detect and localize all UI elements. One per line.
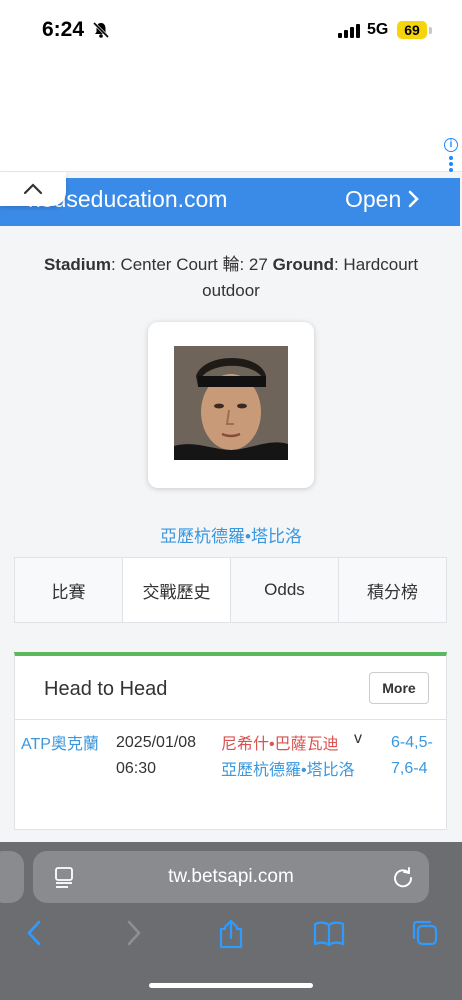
player-name-link[interactable]: 亞歷杭德羅•塔比洛 <box>0 522 462 547</box>
tab-matches[interactable]: 比賽 <box>15 558 123 622</box>
tab-head-to-head[interactable]: 交戰歷史 <box>123 558 231 622</box>
status-time: 6:24 <box>42 18 85 41</box>
head-to-head-title: Head to Head <box>44 678 168 700</box>
h2h-vs: v <box>354 730 362 747</box>
tab-standings[interactable]: 積分榜 <box>339 558 446 622</box>
chevron-up-icon <box>23 183 43 195</box>
home-indicator <box>149 983 313 988</box>
ad-collapse-button[interactable] <box>0 172 66 206</box>
ad-info-icon[interactable]: i <box>444 138 458 152</box>
share-icon[interactable] <box>217 918 245 950</box>
status-bar: 6:24 5G 69 <box>0 0 462 58</box>
h2h-player2-link[interactable]: 亞歷杭德羅•塔比洛 <box>221 756 355 780</box>
forward-icon[interactable] <box>124 918 144 948</box>
more-button[interactable]: More <box>369 672 429 704</box>
ad-open-button[interactable]: Open <box>345 186 420 213</box>
h2h-date: 2025/01/08 06:30 <box>116 734 197 777</box>
network-type: 5G <box>367 21 389 38</box>
bell-slash-icon <box>92 21 110 39</box>
battery-tip <box>429 27 432 34</box>
bookmarks-icon[interactable] <box>313 918 345 948</box>
player-card <box>148 322 314 488</box>
stadium-value: : Center Court 輪: 27 <box>111 255 273 274</box>
match-info: Stadium: Center Court 輪: 27 Ground: Hard… <box>20 252 442 304</box>
tabs-icon[interactable] <box>410 918 440 948</box>
signal-icon <box>338 24 360 38</box>
h2h-score-link[interactable]: 6-4,5-7,6-4 <box>391 730 441 782</box>
head-to-head-header: Head to Head More <box>15 656 446 720</box>
player-photo <box>174 346 288 460</box>
head-to-head-card: Head to Head More ATP奧克蘭 2025/01/08 06:3… <box>14 652 447 830</box>
battery-level: 69 <box>397 21 427 39</box>
back-icon[interactable] <box>24 918 44 948</box>
h2h-league-link[interactable]: ATP奧克蘭 <box>21 730 99 754</box>
h2h-player1-link[interactable]: 尼希什•巴薩瓦迪 <box>221 730 339 754</box>
ad-menu-dots-icon[interactable] <box>449 156 453 174</box>
chevron-right-icon <box>408 190 419 208</box>
tab-odds[interactable]: Odds <box>231 558 339 622</box>
stadium-label: Stadium <box>43 255 111 274</box>
ad-open-label: Open <box>345 186 402 212</box>
ground-label: Ground <box>272 255 334 274</box>
ad-area <box>0 58 462 172</box>
reload-icon[interactable] <box>392 866 414 888</box>
tab-bar: 比賽 交戰歷史 Odds 積分榜 <box>14 557 447 623</box>
